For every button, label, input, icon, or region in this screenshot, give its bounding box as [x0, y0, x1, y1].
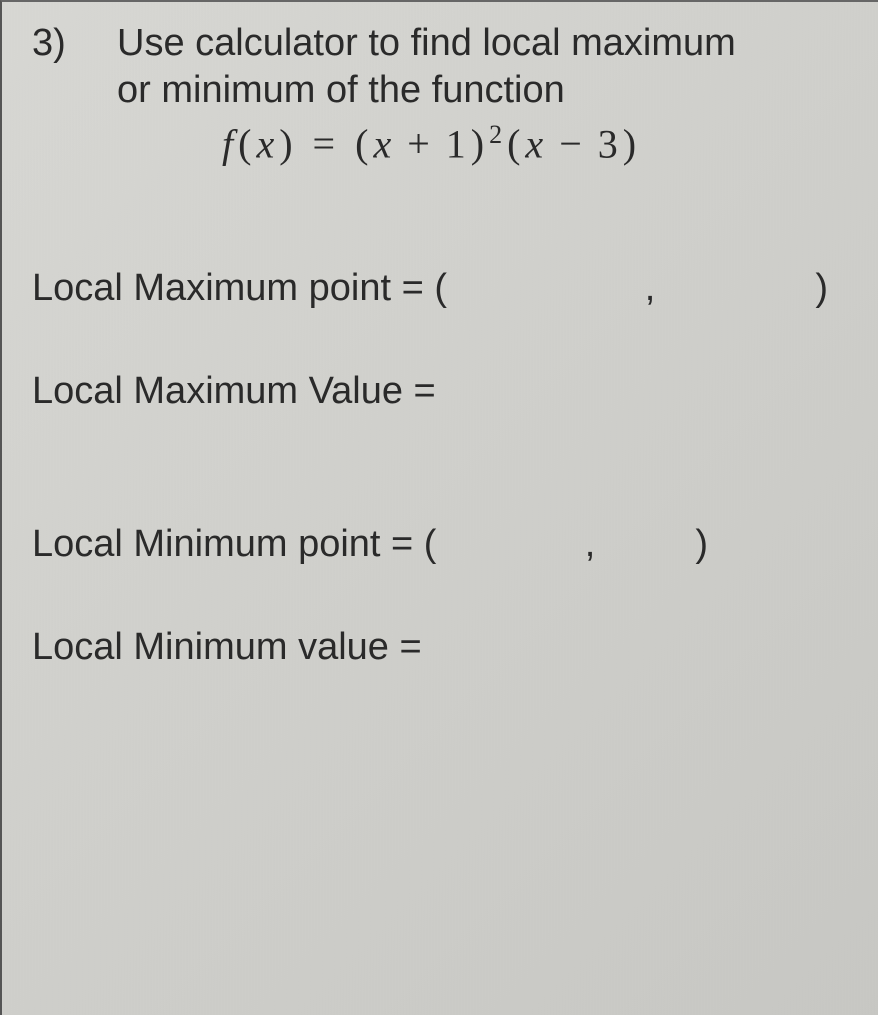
local-min-point-row: Local Minimum point = ( , ) — [32, 523, 858, 566]
comma: , — [645, 267, 656, 310]
question-number: 3) — [32, 22, 117, 65]
local-max-value-label: Local Maximum Value = — [32, 370, 436, 413]
function-formula: f(x) = (x + 1)2(x − 3) — [32, 120, 858, 167]
local-max-point-label: Local Maximum point = ( — [32, 267, 447, 310]
local-max-value-row: Local Maximum Value = — [32, 370, 858, 413]
close-paren: ) — [695, 523, 708, 566]
question-prompt-2: or minimum of the function — [32, 69, 858, 112]
local-min-value-label: Local Minimum value = — [32, 626, 422, 669]
local-min-value-row: Local Minimum value = — [32, 626, 858, 669]
comma: , — [585, 523, 596, 566]
question-line-1: 3) Use calculator to find local maximum — [32, 22, 858, 65]
local-max-point-blank: , ) — [645, 267, 828, 310]
local-min-point-blank: , ) — [585, 523, 708, 566]
local-max-point-row: Local Maximum point = ( , ) — [32, 267, 858, 310]
worksheet-page: 3) Use calculator to find local maximum … — [0, 0, 878, 1015]
close-paren: ) — [815, 267, 828, 310]
local-min-point-label: Local Minimum point = ( — [32, 523, 436, 566]
question-prompt-1: Use calculator to find local maximum — [117, 22, 736, 65]
